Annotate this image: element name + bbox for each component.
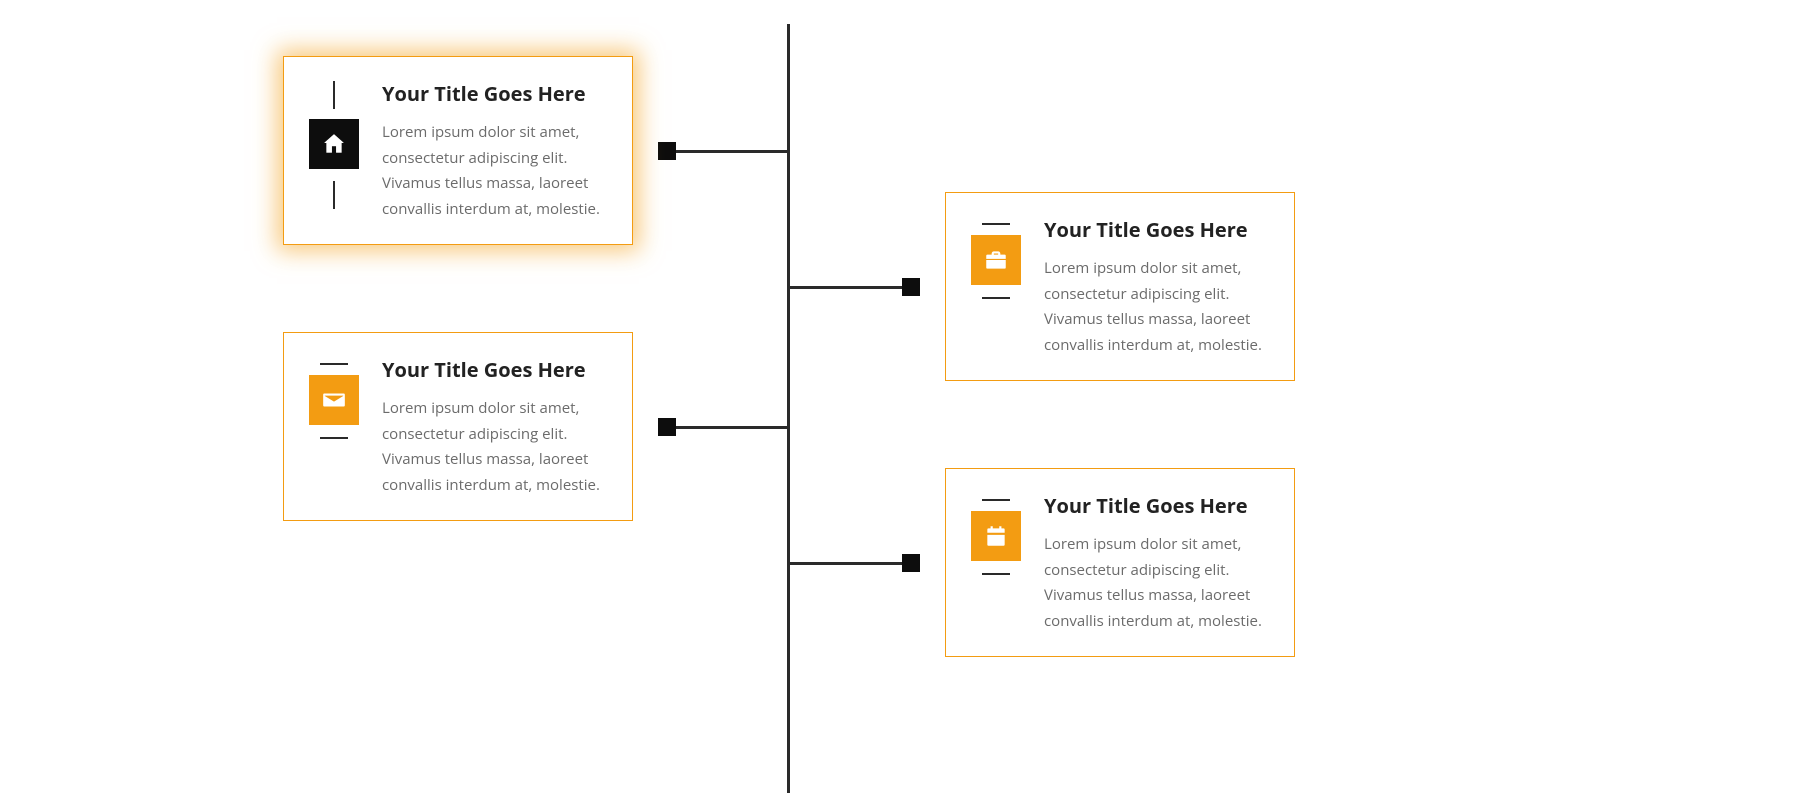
decoration-tick bbox=[982, 499, 1010, 501]
decoration-tick bbox=[320, 437, 348, 439]
envelope-icon bbox=[309, 375, 359, 425]
timeline-card-2-body: Lorem ipsum dolor sit amet, consectetur … bbox=[1044, 256, 1270, 358]
calendar-icon bbox=[971, 511, 1021, 561]
timeline-card-3-iconcol bbox=[308, 357, 360, 443]
timeline-connector-4 bbox=[790, 562, 920, 565]
decoration-tick bbox=[982, 573, 1010, 575]
decoration-tick bbox=[333, 181, 335, 209]
timeline-card-2-iconcol bbox=[970, 217, 1022, 303]
timeline-node-1 bbox=[658, 142, 676, 160]
timeline-card-4[interactable]: Your Title Goes Here Lorem ipsum dolor s… bbox=[945, 468, 1295, 657]
decoration-tick bbox=[320, 363, 348, 365]
timeline-card-3-body: Lorem ipsum dolor sit amet, consectetur … bbox=[382, 396, 608, 498]
timeline-card-4-iconcol bbox=[970, 493, 1022, 579]
timeline-card-1-body: Lorem ipsum dolor sit amet, consectetur … bbox=[382, 120, 608, 222]
timeline-connector-3 bbox=[658, 426, 788, 429]
timeline-card-1-title: Your Title Goes Here bbox=[382, 81, 608, 106]
timeline-card-4-title: Your Title Goes Here bbox=[1044, 493, 1270, 518]
timeline-node-3 bbox=[658, 418, 676, 436]
decoration-tick bbox=[982, 223, 1010, 225]
timeline-card-3-title: Your Title Goes Here bbox=[382, 357, 608, 382]
timeline-card-2-title: Your Title Goes Here bbox=[1044, 217, 1270, 242]
briefcase-icon bbox=[971, 235, 1021, 285]
decoration-tick bbox=[333, 81, 335, 109]
timeline-card-3[interactable]: Your Title Goes Here Lorem ipsum dolor s… bbox=[283, 332, 633, 521]
timeline-card-1[interactable]: Your Title Goes Here Lorem ipsum dolor s… bbox=[283, 56, 633, 245]
timeline-connector-1 bbox=[658, 150, 788, 153]
timeline-stage: Your Title Goes Here Lorem ipsum dolor s… bbox=[0, 0, 1800, 811]
timeline-axis bbox=[787, 24, 790, 793]
timeline-node-4 bbox=[902, 554, 920, 572]
timeline-node-2 bbox=[902, 278, 920, 296]
home-icon bbox=[309, 119, 359, 169]
timeline-card-1-iconcol bbox=[308, 81, 360, 209]
decoration-tick bbox=[982, 297, 1010, 299]
timeline-connector-2 bbox=[790, 286, 920, 289]
timeline-card-2[interactable]: Your Title Goes Here Lorem ipsum dolor s… bbox=[945, 192, 1295, 381]
timeline-card-4-body: Lorem ipsum dolor sit amet, consectetur … bbox=[1044, 532, 1270, 634]
